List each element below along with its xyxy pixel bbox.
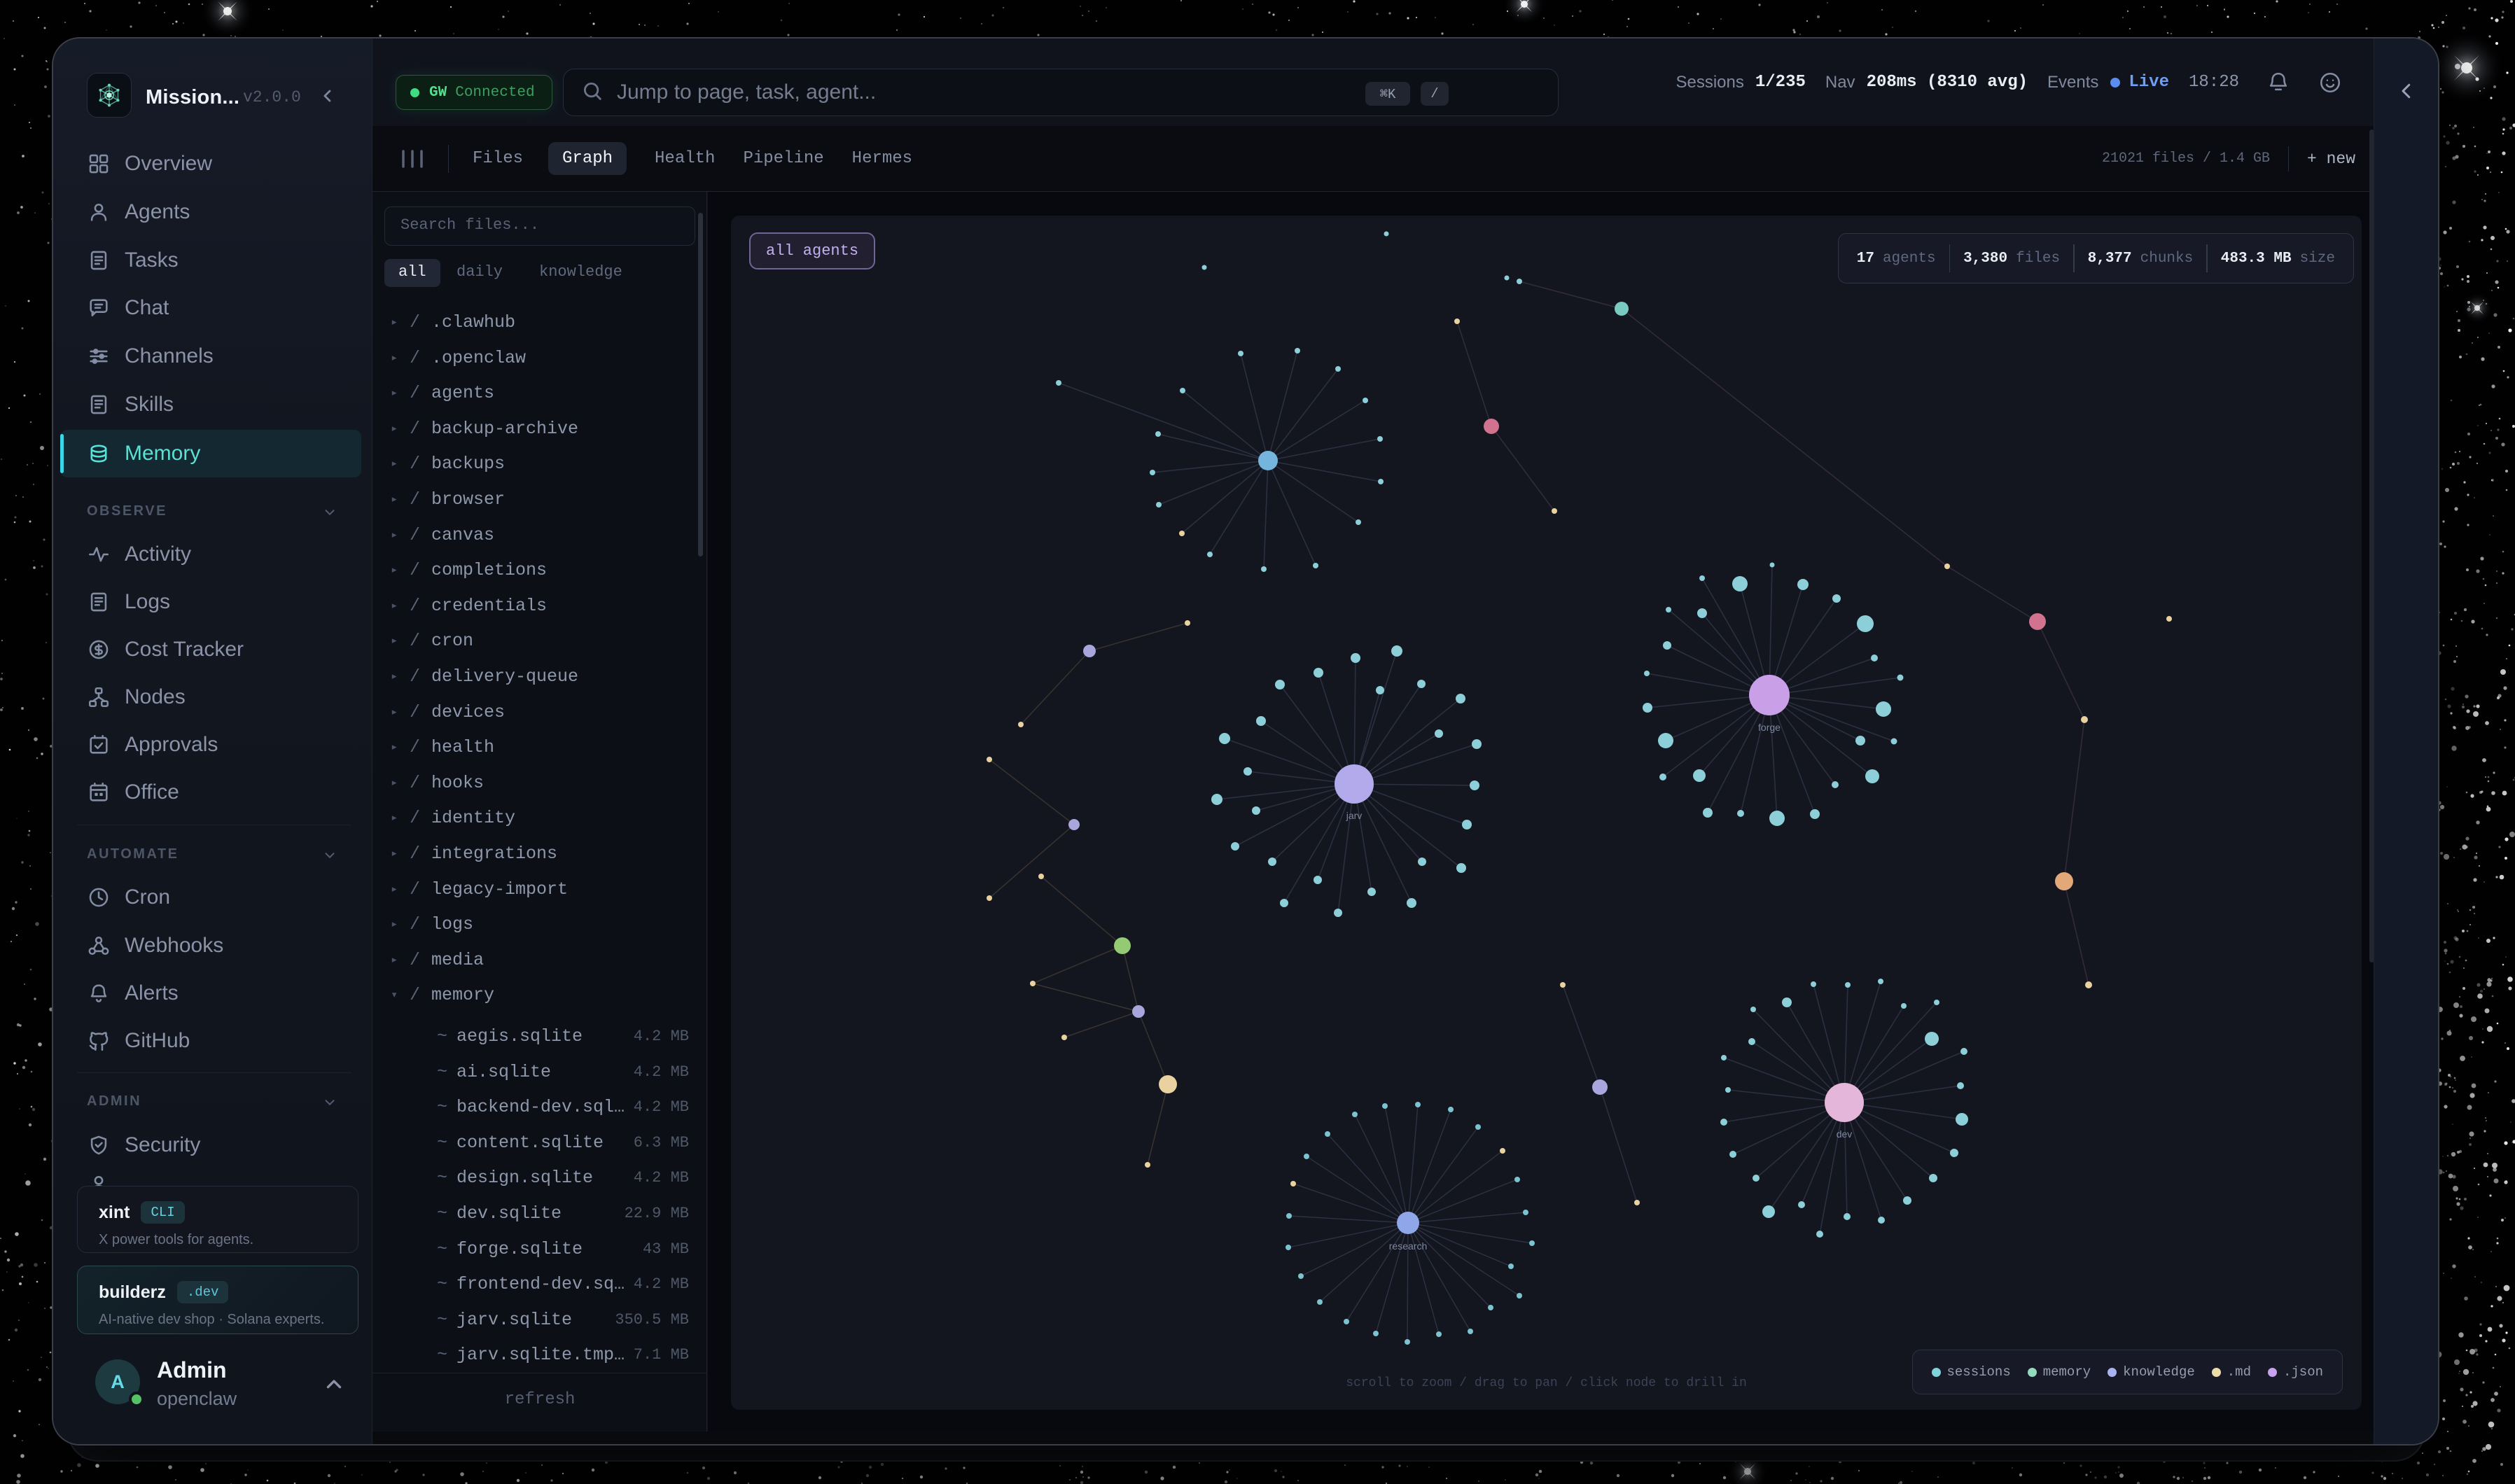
svg-text:research: research — [1389, 1240, 1427, 1252]
svg-text:forge: forge — [1758, 722, 1781, 733]
svg-text:jarv: jarv — [1346, 810, 1363, 821]
svg-text:dev: dev — [1837, 1128, 1853, 1140]
